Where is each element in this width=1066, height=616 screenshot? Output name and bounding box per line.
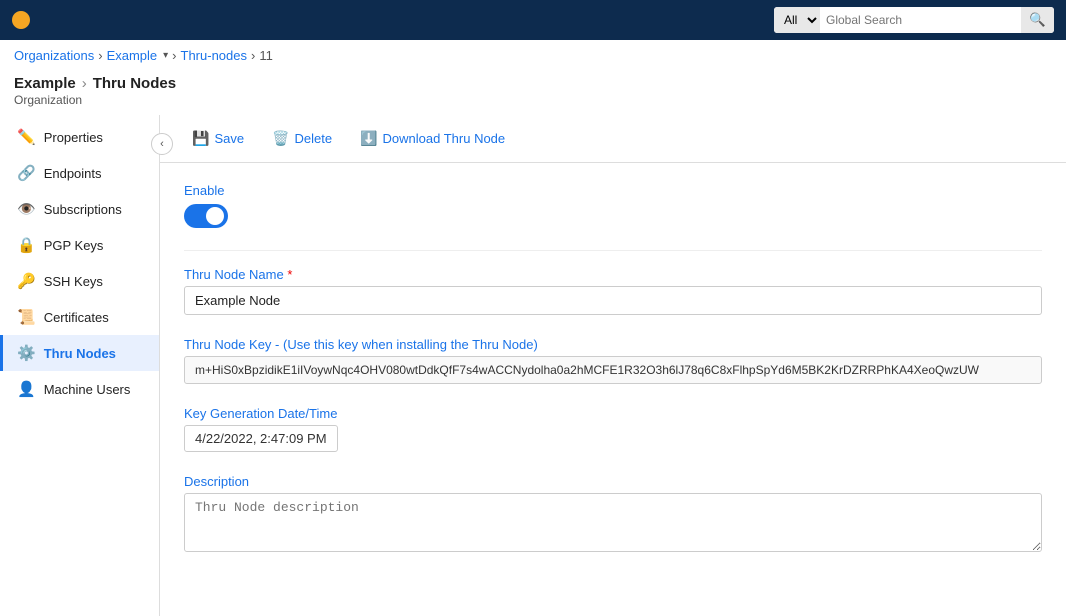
page-title-area: Example › Thru Nodes Organization: [0, 71, 1066, 115]
sidebar-label-thrunodes: Thru Nodes: [44, 346, 116, 361]
subscriptions-icon: 👁️: [17, 200, 36, 218]
app-logo: [12, 11, 30, 29]
pgpkeys-icon: 🔒: [17, 236, 36, 254]
required-marker: *: [287, 267, 292, 282]
search-input[interactable]: [820, 7, 1021, 33]
sidebar-item-machineusers[interactable]: 👤 Machine Users: [0, 371, 159, 407]
breadcrumb-example[interactable]: Example: [107, 48, 158, 63]
thru-node-key-value: m+HiS0xBpzidikE1iIVoywNqc4OHV080wtDdkQfF…: [184, 356, 1042, 384]
search-button[interactable]: 🔍: [1021, 7, 1054, 33]
key-gen-value: 4/22/2022, 2:47:09 PM: [184, 425, 338, 452]
breadcrumb-organizations[interactable]: Organizations: [14, 48, 94, 63]
thru-node-name-label: Thru Node Name *: [184, 267, 1042, 282]
page-title: Thru Nodes: [93, 75, 176, 92]
delete-label: Delete: [295, 131, 333, 146]
enable-field-group: Enable: [184, 183, 1042, 228]
sidebar-item-certificates[interactable]: 📜 Certificates: [0, 299, 159, 335]
sidebar-label-endpoints: Endpoints: [44, 166, 102, 181]
divider-1: [184, 250, 1042, 251]
thru-node-name-input[interactable]: [184, 286, 1042, 315]
breadcrumb-thrunodes[interactable]: Thru-nodes: [181, 48, 247, 63]
sshkeys-icon: 🔑: [17, 272, 36, 290]
sidebar-collapse-button[interactable]: ‹: [151, 133, 173, 155]
download-button[interactable]: ⬇️ Download Thru Node: [348, 125, 517, 152]
breadcrumb: Organizations › Example ▾ › Thru-nodes ›…: [0, 40, 1066, 71]
form-content: Enable Thru Node Name * Thru Node Key - …: [160, 163, 1066, 597]
sidebar-item-thrunodes[interactable]: ⚙️ Thru Nodes: [0, 335, 159, 371]
enable-toggle[interactable]: [184, 204, 228, 228]
save-icon: 💾: [192, 130, 209, 147]
sidebar-item-sshkeys[interactable]: 🔑 SSH Keys: [0, 263, 159, 299]
description-input[interactable]: [184, 493, 1042, 552]
search-icon: 🔍: [1029, 12, 1046, 28]
thru-node-key-group: Thru Node Key - (Use this key when insta…: [184, 337, 1042, 384]
sidebar-item-properties[interactable]: ✏️ Properties: [0, 119, 159, 155]
machineusers-icon: 👤: [17, 380, 36, 398]
sidebar-item-pgpkeys[interactable]: 🔒 PGP Keys: [0, 227, 159, 263]
page-org-label: Example: [14, 75, 76, 92]
endpoints-icon: 🔗: [17, 164, 36, 182]
sidebar-item-endpoints[interactable]: 🔗 Endpoints: [0, 155, 159, 191]
save-label: Save: [214, 131, 244, 146]
content-area: 💾 Save 🗑️ Delete ⬇️ Download Thru Node E…: [160, 115, 1066, 616]
thrunodes-icon: ⚙️: [17, 344, 36, 362]
breadcrumb-sep-2: ›: [172, 48, 176, 63]
properties-icon: ✏️: [17, 128, 36, 146]
thru-node-key-label: Thru Node Key - (Use this key when insta…: [184, 337, 1042, 352]
delete-button[interactable]: 🗑️ Delete: [260, 125, 344, 152]
key-gen-label: Key Generation Date/Time: [184, 406, 1042, 421]
title-sep: ›: [82, 75, 87, 92]
breadcrumb-sep-1: ›: [98, 48, 102, 63]
sidebar-label-certificates: Certificates: [44, 310, 109, 325]
thru-node-name-group: Thru Node Name *: [184, 267, 1042, 315]
enable-label: Enable: [184, 183, 1042, 198]
download-icon: ⬇️: [360, 130, 377, 147]
sidebar-label-sshkeys: SSH Keys: [44, 274, 103, 289]
breadcrumb-id: 11: [259, 48, 273, 63]
description-group: Description: [184, 474, 1042, 555]
sidebar-item-subscriptions[interactable]: 👁️ Subscriptions: [0, 191, 159, 227]
certificates-icon: 📜: [17, 308, 36, 326]
sidebar-label-pgpkeys: PGP Keys: [44, 238, 104, 253]
main-layout: ‹ ✏️ Properties 🔗 Endpoints 👁️ Subscript…: [0, 115, 1066, 616]
key-gen-group: Key Generation Date/Time 4/22/2022, 2:47…: [184, 406, 1042, 452]
page-subtitle: Organization: [14, 93, 1052, 107]
top-nav: All 🔍: [0, 0, 1066, 40]
toggle-slider: [184, 204, 228, 228]
download-label: Download Thru Node: [383, 131, 506, 146]
sidebar-label-subscriptions: Subscriptions: [44, 202, 122, 217]
search-scope-select[interactable]: All: [774, 7, 820, 33]
save-button[interactable]: 💾 Save: [180, 125, 256, 152]
breadcrumb-sep-3: ›: [251, 48, 255, 63]
sidebar: ‹ ✏️ Properties 🔗 Endpoints 👁️ Subscript…: [0, 115, 160, 616]
global-search-bar: All 🔍: [774, 7, 1054, 33]
breadcrumb-dropdown-icon[interactable]: ▾: [163, 50, 168, 61]
description-label: Description: [184, 474, 1042, 489]
delete-icon: 🗑️: [272, 130, 289, 147]
toolbar: 💾 Save 🗑️ Delete ⬇️ Download Thru Node: [160, 115, 1066, 163]
sidebar-label-properties: Properties: [44, 130, 103, 145]
sidebar-label-machineusers: Machine Users: [44, 382, 131, 397]
